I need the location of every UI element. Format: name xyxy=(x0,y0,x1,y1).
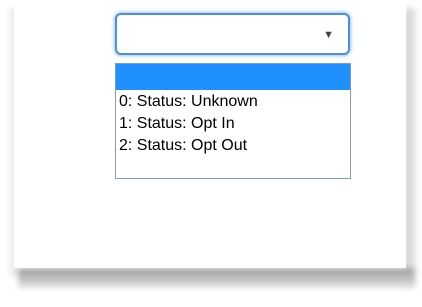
card-shadow-bottom xyxy=(18,268,414,288)
option-empty[interactable] xyxy=(116,64,350,90)
screen: ▼ 0: Status: Unknown 1: Status: Opt In 2… xyxy=(0,0,422,307)
status-options-list: 0: Status: Unknown 1: Status: Opt In 2: … xyxy=(115,63,351,179)
option-status-unknown[interactable]: 0: Status: Unknown xyxy=(116,91,350,113)
card-shadow-right xyxy=(405,8,417,286)
card: ▼ 0: Status: Unknown 1: Status: Opt In 2… xyxy=(14,4,406,268)
caret-down-icon[interactable]: ▼ xyxy=(323,28,334,42)
status-select[interactable]: ▼ xyxy=(115,13,350,55)
option-status-opt-in[interactable]: 1: Status: Opt In xyxy=(116,113,350,135)
option-status-opt-out[interactable]: 2: Status: Opt Out xyxy=(116,135,350,157)
